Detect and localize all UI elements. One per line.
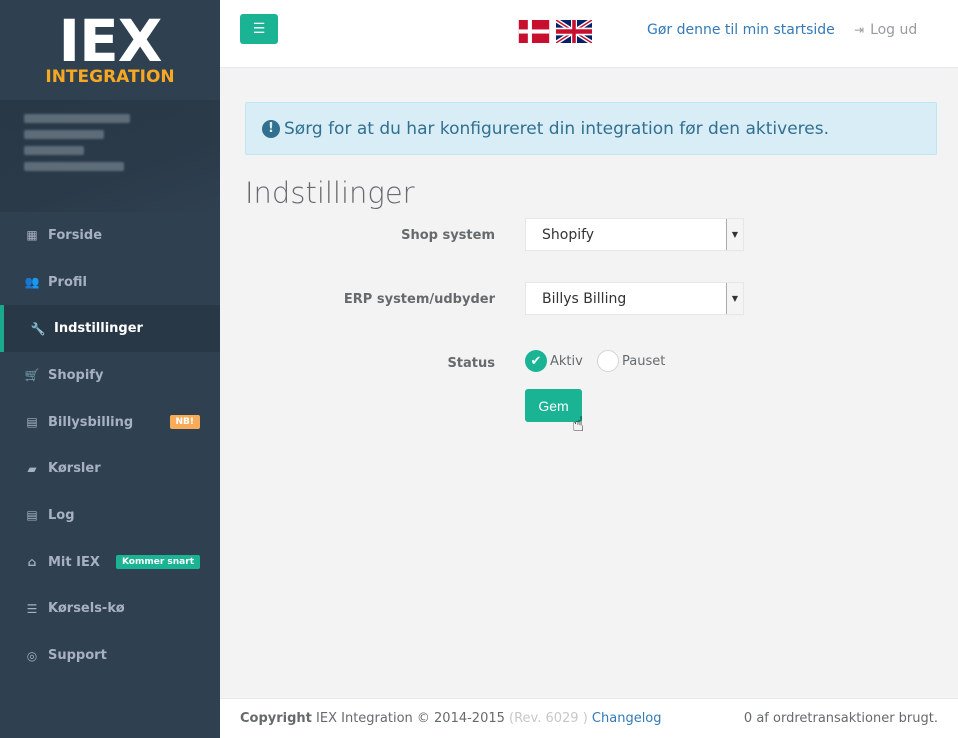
sidebar-item-label: Log <box>48 507 75 523</box>
sidebar-item-label: Forside <box>48 227 103 243</box>
sidebar-item-log[interactable]: ▤ Log <box>0 492 220 539</box>
footer: Copyright IEX Integration © 2014-2015 (R… <box>220 698 958 738</box>
changelog-link[interactable]: Changelog <box>592 711 662 726</box>
life-ring-icon: ◎ <box>26 648 38 663</box>
nav-badge: NB! <box>169 415 200 430</box>
transactions-used: 0 af ordretransaktioner brugt. <box>743 711 938 726</box>
status-active-label[interactable]: Aktiv <box>550 354 583 369</box>
check-icon: ✔ <box>530 353 542 369</box>
copyright-bold: Copyright <box>240 711 312 726</box>
shop-system-select[interactable]: Shopify ▼ <box>525 218 744 251</box>
logo-main: IEX <box>58 7 163 75</box>
sidebar-item-label: Indstillinger <box>54 321 143 337</box>
sidebar-item-billysbilling[interactable]: ▤ Billysbilling NB! <box>0 399 220 446</box>
logout-button[interactable]: ⇥ Log ud <box>854 22 917 38</box>
page-title: Indstillinger <box>245 176 415 210</box>
erp-system-label: ERP system/udbyder <box>343 292 495 307</box>
sidebar-item-label: Kørsels-kø <box>48 601 125 617</box>
cart-icon: 🛒 <box>24 368 40 383</box>
hand-cursor-icon: ☝ <box>572 412 585 436</box>
blurred-line <box>24 130 104 139</box>
footer-copyright: Copyright IEX Integration © 2014-2015 (R… <box>240 711 744 726</box>
sidebar-item-support[interactable]: ◎ Support <box>0 632 220 679</box>
status-paused-label[interactable]: Pauset <box>622 354 665 369</box>
exclamation-circle-icon: ! <box>262 119 280 138</box>
uk-flag-icon[interactable] <box>556 20 592 43</box>
blurred-line <box>24 114 130 123</box>
book-icon: ▰ <box>27 461 37 476</box>
list-icon: ☰ <box>26 601 38 616</box>
logout-label: Log ud <box>870 22 918 38</box>
status-label: Status <box>447 356 495 371</box>
sidebar-item-label: Shopify <box>48 367 104 383</box>
copyright-text: IEX Integration © 2014-2015 <box>311 711 510 726</box>
blurred-line <box>24 162 124 171</box>
blurred-line <box>24 146 84 155</box>
sidebar-item-label: Support <box>48 648 107 664</box>
logo-sub: INTEGRATION <box>45 67 175 87</box>
alert-text: Sørg for at du har konfigureret din inte… <box>284 118 829 139</box>
th-large-icon: ▦ <box>26 228 38 243</box>
sidebar-item-mit-iex[interactable]: ⌂ Mit IEX Kommer snart <box>0 539 220 586</box>
sidebar-item-kørsler[interactable]: ▰ Kørsler <box>0 445 220 492</box>
nav-badge: Kommer snart <box>115 555 200 570</box>
sidebar-item-label: Profil <box>48 274 87 290</box>
shop-system-label: Shop system <box>401 228 495 243</box>
sidebar-item-indstillinger[interactable]: 🔧 Indstillinger <box>0 305 220 353</box>
sidebar-item-kørsels-kø[interactable]: ☰ Kørsels-kø <box>0 586 220 633</box>
sidebar-item-shopify[interactable]: 🛒 Shopify <box>0 352 220 399</box>
chevron-down-icon: ▼ <box>726 219 743 250</box>
sidebar-nav: ▦ Forside 👥 Profil 🔧 Indstillinger 🛒 Shopify ▤ Bi… <box>0 212 220 679</box>
list-alt-icon: ▤ <box>26 508 38 523</box>
sidebar-item-label: Kørsler <box>48 461 101 477</box>
users-icon: 👥 <box>24 275 40 290</box>
set-startpage-link[interactable]: Gør denne til min startside <box>647 22 835 38</box>
info-alert: ! Sørg for at du har konfigureret din in… <box>245 102 937 155</box>
shop-system-value: Shopify <box>542 226 595 243</box>
logo[interactable]: IEX INTEGRATION <box>0 0 220 100</box>
home-icon: ⌂ <box>27 555 37 570</box>
hamburger-icon: ☰ <box>252 21 266 37</box>
erp-system-value: Billys Billing <box>542 290 627 307</box>
sidebar-item-label: Billysbilling <box>48 414 134 430</box>
chevron-down-icon: ▼ <box>726 283 743 314</box>
sidebar-item-forside[interactable]: ▦ Forside <box>0 212 220 259</box>
sign-out-icon: ⇥ <box>854 23 865 37</box>
topbar: ☰ Gør denne til min startside ⇥ Log ud <box>220 0 958 68</box>
profile-info-blurred <box>0 100 220 212</box>
calculator-icon: ▤ <box>26 415 38 430</box>
status-paused-radio[interactable] <box>597 350 619 372</box>
sidebar: IEX INTEGRATION ▦ Forside 👥 Profil 🔧 Indstill… <box>0 0 220 738</box>
menu-toggle-button[interactable]: ☰ <box>240 14 278 44</box>
status-active-radio[interactable]: ✔ <box>525 350 547 372</box>
wrench-icon: 🔧 <box>30 321 46 336</box>
sidebar-item-label: Mit IEX <box>48 554 100 570</box>
revision: (Rev. 6029 ) <box>509 711 588 726</box>
erp-system-select[interactable]: Billys Billing ▼ <box>525 282 744 315</box>
danish-flag-icon[interactable] <box>516 20 552 43</box>
main-content: ! Sørg for at du har konfigureret din in… <box>220 68 958 698</box>
sidebar-item-profil[interactable]: 👥 Profil <box>0 259 220 306</box>
